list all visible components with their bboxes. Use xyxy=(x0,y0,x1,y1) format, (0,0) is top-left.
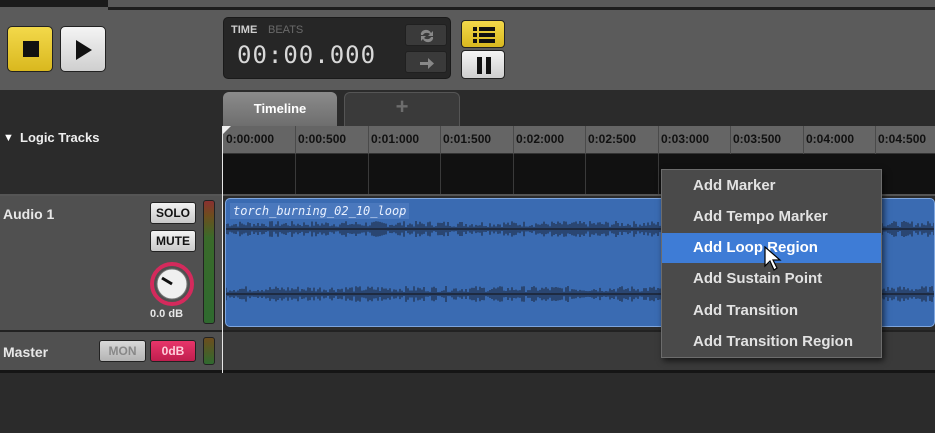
ruler-tick xyxy=(513,126,514,154)
pause-icon xyxy=(477,57,482,74)
ruler-tick-label: 0:01:000 xyxy=(371,132,420,146)
lane-gridline xyxy=(440,154,441,194)
lane-gridline xyxy=(658,154,659,194)
pause-icon-bar xyxy=(486,57,491,74)
lane-gridline xyxy=(513,154,514,194)
ruler-tick-label: 0:03:500 xyxy=(733,132,782,146)
volume-knob[interactable] xyxy=(150,262,194,306)
ruler-tick-label: 0:00:500 xyxy=(298,132,347,146)
ruler-tick xyxy=(585,126,586,154)
playhead-marker-icon[interactable] xyxy=(222,126,231,135)
tab-timeline-label: Timeline xyxy=(253,101,307,116)
master-volume-button[interactable]: 0dB xyxy=(150,340,196,362)
time-mode-label[interactable]: TIME xyxy=(231,24,257,36)
ruler-tick-label: 0:02:500 xyxy=(588,132,637,146)
loop-toggle-button[interactable] xyxy=(405,24,447,46)
menu-item-add-tempo-marker[interactable]: Add Tempo Marker xyxy=(662,202,881,232)
solo-button[interactable]: SOLO xyxy=(150,202,196,224)
play-icon xyxy=(76,40,92,60)
play-button[interactable] xyxy=(60,26,106,72)
ruler-tick-label: 0:02:000 xyxy=(516,132,565,146)
logic-tracks-label: Logic Tracks xyxy=(20,130,100,145)
ruler-tick xyxy=(730,126,731,154)
top-strip-dark xyxy=(0,0,108,7)
add-tab-button[interactable]: + xyxy=(344,92,460,126)
ruler-tick-label: 0:03:000 xyxy=(661,132,710,146)
track-list-toggle-button[interactable] xyxy=(461,20,505,48)
follow-toggle-button[interactable] xyxy=(405,51,447,73)
monitor-button[interactable]: MON xyxy=(99,340,146,362)
loop-icon xyxy=(420,29,434,43)
pause-button[interactable] xyxy=(461,50,505,79)
lane-gridline xyxy=(295,154,296,194)
add-tab-label: + xyxy=(395,94,409,119)
ruler-tick xyxy=(440,126,441,154)
playhead-line[interactable] xyxy=(222,126,223,373)
clip-name: torch_burning_02_10_loop xyxy=(230,203,410,219)
ruler-tick-label: 0:04:000 xyxy=(806,132,855,146)
ruler-tick xyxy=(803,126,804,154)
track-list-icon xyxy=(473,27,495,43)
lane-gridline xyxy=(368,154,369,194)
ruler-tick xyxy=(658,126,659,154)
ruler-tick xyxy=(368,126,369,154)
lane-gridline xyxy=(585,154,586,194)
stop-button[interactable] xyxy=(7,26,53,72)
follow-arrow-icon xyxy=(420,58,434,69)
ruler-tick-label: 0:00:000 xyxy=(226,132,275,146)
menu-item-add-transition-region[interactable]: Add Transition Region xyxy=(662,327,881,357)
volume-value: 0.0 dB xyxy=(150,308,184,320)
timeline-ruler[interactable]: 0:00:000 0:00:500 0:01:000 0:01:500 0:02… xyxy=(223,126,935,154)
time-readout: 00:00.000 xyxy=(237,41,377,69)
tab-timeline[interactable]: Timeline xyxy=(223,92,337,126)
time-display-panel: TIME BEATS 00:00.000 xyxy=(223,17,451,79)
ruler-tick xyxy=(875,126,876,154)
menu-item-add-transition[interactable]: Add Transition xyxy=(662,296,881,326)
ruler-tick xyxy=(295,126,296,154)
ruler-tick-label: 0:01:500 xyxy=(443,132,492,146)
menu-item-add-marker[interactable]: Add Marker xyxy=(662,171,881,201)
mouse-cursor-icon xyxy=(764,246,782,271)
ruler-tick-label: 0:04:500 xyxy=(878,132,927,146)
master-level-meter xyxy=(203,337,215,365)
empty-track-area[interactable] xyxy=(0,373,935,433)
stop-icon xyxy=(23,41,39,57)
collapse-arrow-icon[interactable]: ▼ xyxy=(3,132,14,144)
level-meter xyxy=(203,200,215,324)
beats-mode-label[interactable]: BEATS xyxy=(268,24,303,36)
master-track-name[interactable]: Master xyxy=(3,344,48,360)
audio-track-name[interactable]: Audio 1 xyxy=(3,206,54,222)
mute-button[interactable]: MUTE xyxy=(150,230,196,252)
tabs-row xyxy=(0,90,935,126)
